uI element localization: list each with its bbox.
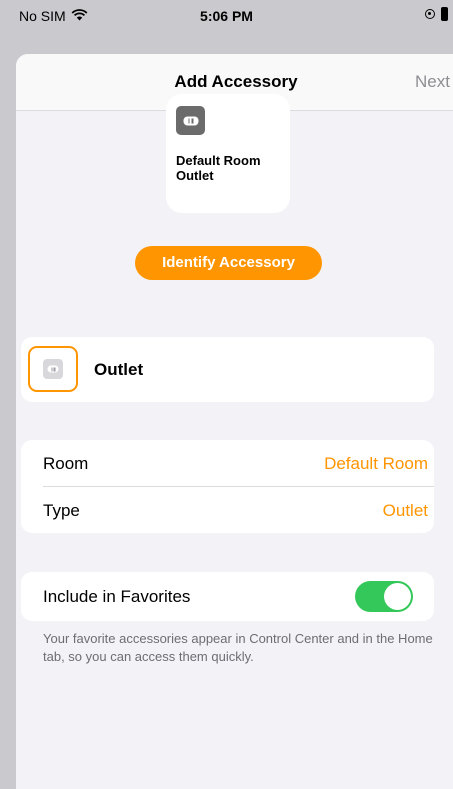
- status-right: [425, 7, 448, 21]
- type-value: Outlet: [382, 501, 428, 520]
- details-card: Room Default Room Type Outlet: [21, 440, 434, 533]
- tile-name: Default Room Outlet: [176, 153, 261, 183]
- favorites-row: Include in Favorites: [21, 572, 434, 621]
- toggle-knob: [384, 583, 411, 610]
- battery-icon: [441, 7, 448, 21]
- page-title: Add Accessory: [174, 72, 298, 91]
- accessory-name: Outlet: [94, 360, 144, 379]
- outlet-glyph: [183, 116, 198, 125]
- accessory-icon-button[interactable]: [28, 346, 78, 392]
- outlet-icon: [176, 106, 205, 135]
- accessory-tile[interactable]: Default Room Outlet: [166, 94, 290, 213]
- outlet-glyph: [47, 365, 59, 373]
- identify-accessory-button[interactable]: Identify Accessory: [135, 246, 322, 280]
- type-row[interactable]: Type Outlet: [21, 487, 434, 533]
- room-value: Default Room: [324, 454, 428, 473]
- favorites-footnote: Your favorite accessories appear in Cont…: [43, 631, 433, 664]
- next-button[interactable]: Next: [415, 72, 450, 92]
- outlet-icon: [43, 359, 63, 379]
- orientation-lock-icon: [425, 9, 435, 19]
- room-row[interactable]: Room Default Room: [21, 440, 434, 486]
- accessory-row[interactable]: Outlet: [21, 337, 434, 402]
- status-time: 5:06 PM: [200, 8, 253, 24]
- status-bar: No SIM 5:06 PM: [0, 0, 453, 30]
- favorites-toggle[interactable]: [355, 581, 413, 612]
- favorites-label: Include in Favorites: [43, 587, 191, 606]
- type-label: Type: [43, 501, 80, 520]
- room-label: Room: [43, 454, 89, 473]
